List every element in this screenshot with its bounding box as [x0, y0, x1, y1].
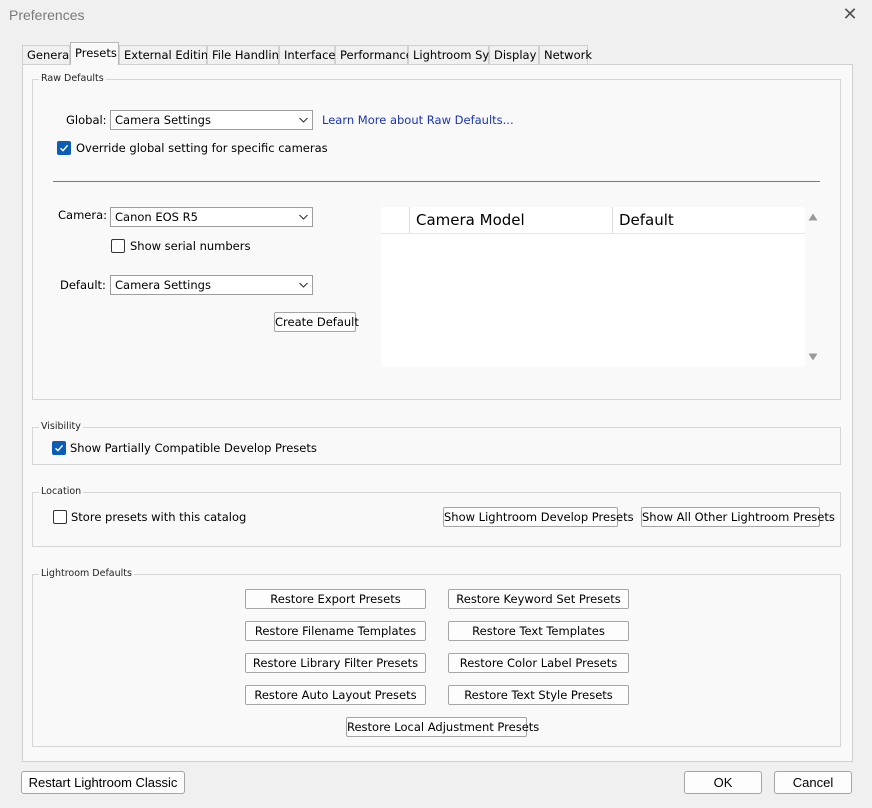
chevron-down-icon: [299, 117, 308, 123]
tab-external-editing[interactable]: External Editing: [119, 45, 215, 64]
default-label: Default:: [60, 278, 106, 292]
visibility-legend: Visibility: [39, 421, 83, 432]
close-icon[interactable]: ✕: [840, 4, 860, 26]
override-checkbox[interactable]: [57, 141, 71, 155]
window-title: Preferences: [9, 7, 85, 23]
scroll-down-icon[interactable]: [808, 353, 818, 361]
show-serial-checkbox[interactable]: [111, 239, 125, 253]
restart-lightroom-button[interactable]: Restart Lightroom Classic: [21, 771, 185, 794]
camera-dropdown-value: Canon EOS R5: [115, 210, 198, 224]
create-default-button[interactable]: Create Default: [274, 312, 359, 332]
show-other-presets-button[interactable]: Show All Other Lightroom Presets: [641, 507, 835, 527]
default-dropdown-value: Camera Settings: [115, 278, 211, 292]
raw-defaults-legend: Raw Defaults: [39, 73, 106, 84]
restore-local-adjustment-presets-button[interactable]: Restore Local Adjustment Presets: [346, 717, 539, 737]
divider: [53, 181, 820, 182]
restore-color-label-presets-button[interactable]: Restore Color Label Presets: [448, 653, 629, 673]
show-serial-label: Show serial numbers: [130, 239, 251, 253]
table-scrollbar[interactable]: [805, 207, 821, 367]
location-legend: Location: [39, 486, 84, 497]
table-header-camera-model[interactable]: Camera Model: [410, 207, 613, 233]
show-partial-checkbox[interactable]: [52, 441, 66, 455]
table-header-default[interactable]: Default: [613, 207, 805, 233]
tab-general[interactable]: General: [22, 45, 72, 64]
camera-label: Camera:: [58, 208, 108, 222]
chevron-down-icon: [299, 214, 308, 220]
show-develop-presets-button[interactable]: Show Lightroom Develop Presets: [443, 507, 634, 527]
restore-filename-templates-button[interactable]: Restore Filename Templates: [245, 621, 426, 641]
restore-keyword-set-presets-button[interactable]: Restore Keyword Set Presets: [448, 589, 629, 609]
global-dropdown[interactable]: Camera Settings: [110, 110, 313, 130]
camera-defaults-table[interactable]: Camera Model Default: [381, 207, 805, 367]
checkmark-icon: [55, 444, 64, 452]
tab-display[interactable]: Display: [489, 45, 539, 64]
restore-export-presets-button[interactable]: Restore Export Presets: [245, 589, 426, 609]
learn-more-link[interactable]: Learn More about Raw Defaults...: [322, 113, 514, 127]
global-label: Global:: [66, 113, 107, 127]
table-header-row: Camera Model Default: [381, 207, 805, 234]
chevron-down-icon: [299, 282, 308, 288]
tab-file-handling[interactable]: File Handling: [207, 45, 286, 64]
title-bar: Preferences ✕: [0, 0, 872, 34]
ok-button[interactable]: OK: [684, 771, 762, 794]
tab-network[interactable]: Network: [539, 45, 592, 64]
lightroom-defaults-legend: Lightroom Defaults: [39, 568, 134, 579]
camera-dropdown[interactable]: Canon EOS R5: [110, 207, 313, 227]
store-presets-checkbox[interactable]: [53, 510, 67, 524]
store-presets-label: Store presets with this catalog: [71, 510, 247, 524]
cancel-button[interactable]: Cancel: [774, 771, 852, 794]
tab-presets[interactable]: Presets: [70, 42, 119, 65]
tab-interface[interactable]: Interface: [279, 45, 336, 64]
tab-performance[interactable]: Performance: [335, 45, 413, 64]
override-label: Override global setting for specific cam…: [76, 141, 328, 155]
scroll-up-icon[interactable]: [808, 213, 818, 221]
restore-text-style-presets-button[interactable]: Restore Text Style Presets: [448, 685, 629, 705]
restore-library-filter-presets-button[interactable]: Restore Library Filter Presets: [245, 653, 426, 673]
restore-text-templates-button[interactable]: Restore Text Templates: [448, 621, 629, 641]
tab-lightroom-sync[interactable]: Lightroom Sync: [408, 45, 503, 64]
global-dropdown-value: Camera Settings: [115, 113, 211, 127]
default-dropdown[interactable]: Camera Settings: [110, 275, 313, 295]
show-partial-label: Show Partially Compatible Develop Preset…: [70, 441, 317, 455]
restore-auto-layout-presets-button[interactable]: Restore Auto Layout Presets: [245, 685, 426, 705]
checkmark-icon: [60, 144, 69, 152]
table-header-spacer: [381, 207, 410, 233]
